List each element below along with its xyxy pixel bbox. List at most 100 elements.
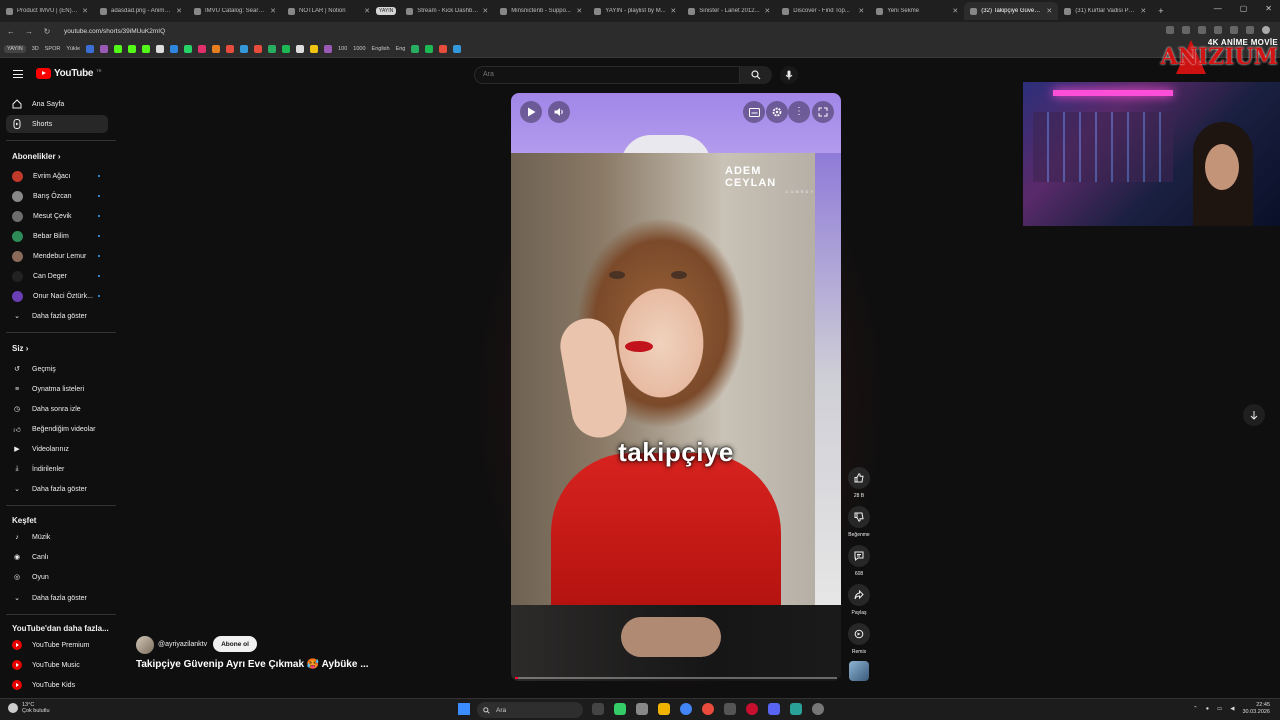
bookmark-icon[interactable]: [268, 44, 277, 53]
kick-icon[interactable]: [128, 44, 137, 53]
show-more-you[interactable]: ⌄ Daha fazla göster: [6, 480, 108, 498]
captions-button[interactable]: [743, 101, 765, 123]
app-icon[interactable]: [636, 703, 648, 715]
extension-icon[interactable]: [1166, 26, 1174, 34]
show-more-explore[interactable]: ⌄ Daha fazla göster: [6, 589, 108, 607]
settings-app-icon[interactable]: [812, 703, 824, 715]
kick-icon[interactable]: [114, 44, 123, 53]
browser-tab[interactable]: (32) Takipçiye Güveni... ✕: [964, 2, 1059, 20]
sidebar-item-youtube-app[interactable]: YouTube Kids: [6, 676, 108, 694]
sidebar-item-subscription[interactable]: Bebar Bilim: [6, 227, 108, 245]
extension-icon[interactable]: [1198, 26, 1206, 34]
close-tab-icon[interactable]: ✕: [1140, 7, 1146, 15]
close-tab-icon[interactable]: ✕: [364, 7, 370, 15]
browser-tab[interactable]: adasdad.png - Anima... ✕: [94, 2, 188, 20]
chevron-up-icon[interactable]: ⌃: [1193, 706, 1198, 712]
remix-action[interactable]: Remix: [846, 623, 872, 655]
sidebar-item-subscription[interactable]: Barış Özcan: [6, 187, 108, 205]
minimize-icon[interactable]: —: [1214, 4, 1222, 13]
bookmark-icon[interactable]: [86, 44, 95, 53]
bookmark-icon[interactable]: [240, 44, 249, 53]
instagram-icon[interactable]: [198, 44, 207, 53]
sidebar-item-youtube-app[interactable]: YouTube Premium: [6, 636, 108, 654]
browser-tab[interactable]: Discover - Find Top... ✕: [776, 2, 870, 20]
shorts-player[interactable]: ADEM CEYLAN COMEDY takipçiye ⋮: [511, 93, 841, 681]
sidebar-item-video[interactable]: ▶ Videolarınız: [6, 440, 108, 458]
bookmark-item[interactable]: 1000: [353, 46, 365, 52]
profile-icon[interactable]: [1262, 26, 1270, 34]
bookmark-item[interactable]: SPOR: [45, 46, 61, 52]
youtube-logo[interactable]: YouTube TR: [36, 68, 102, 79]
close-tab-icon[interactable]: ✕: [176, 7, 182, 15]
app-icon[interactable]: [790, 703, 802, 715]
next-short-button[interactable]: [1243, 404, 1265, 426]
bookmark-icon[interactable]: [425, 44, 434, 53]
bookmark-icon[interactable]: [296, 44, 305, 53]
task-view-icon[interactable]: [592, 703, 604, 715]
network-icon[interactable]: ▭: [1217, 706, 1222, 712]
bookmark-icon[interactable]: [324, 44, 333, 53]
url-field[interactable]: youtube.com/shorts/39iMUuK2mIQ: [64, 28, 165, 35]
browser-tab[interactable]: NOTLAR | Notion ✕: [282, 2, 376, 20]
remix-button[interactable]: [848, 623, 870, 645]
whatsapp-icon[interactable]: [184, 44, 193, 53]
extension-icon[interactable]: [1246, 26, 1254, 34]
extension-icon[interactable]: [1182, 26, 1190, 34]
bookmark-item[interactable]: English: [372, 46, 390, 52]
bookmark-icon[interactable]: [212, 44, 221, 53]
channel-handle[interactable]: @ayriyazilanktv: [158, 641, 207, 648]
menu-icon[interactable]: [13, 70, 23, 78]
forward-icon[interactable]: →: [22, 27, 36, 36]
sidebar-item-live[interactable]: ◉ Canlı: [6, 548, 108, 566]
sidebar-item-subscription[interactable]: Mesut Çevik: [6, 207, 108, 225]
video-title[interactable]: Takipçiye Güvenip Ayrı Eve Çıkmak 🥵 Aybü…: [136, 659, 369, 670]
app-icon[interactable]: [702, 703, 714, 715]
weather-widget[interactable]: 13°C Çok bulutlu: [8, 702, 50, 714]
you-header[interactable]: Siz ›: [12, 344, 28, 353]
sidebar-item-subscription[interactable]: Mendebur Lemur: [6, 247, 108, 265]
bookmark-item[interactable]: Yükle: [66, 46, 80, 52]
comments-action[interactable]: 608: [846, 545, 872, 577]
browser-tab[interactable]: Stream - Kick Dashbo... ✕: [400, 2, 494, 20]
youtube-bookmark-icon[interactable]: [226, 44, 235, 53]
bookmark-icon[interactable]: [100, 44, 109, 53]
bookmark-icon[interactable]: [170, 44, 179, 53]
sidebar-item-gaming[interactable]: ◎ Oyun: [6, 568, 108, 586]
sidebar-item-shorts[interactable]: Shorts: [6, 115, 108, 133]
fullscreen-button[interactable]: [812, 101, 834, 123]
back-icon[interactable]: ←: [4, 27, 18, 36]
close-window-icon[interactable]: ✕: [1265, 4, 1272, 13]
bookmark-folder[interactable]: YAYIN: [4, 44, 26, 53]
browser-tab[interactable]: Product IMVU | (EN) ... ✕: [0, 2, 94, 20]
bookmark-icon[interactable]: [411, 44, 420, 53]
share-action[interactable]: Paylaş: [846, 584, 872, 616]
sidebar-item-playlist[interactable]: ≡ Oynatma listeleri: [6, 380, 108, 398]
close-tab-icon[interactable]: ✕: [764, 7, 770, 15]
channel-avatar[interactable]: [136, 636, 154, 654]
sidebar-item-youtube-app[interactable]: YouTube Music: [6, 656, 108, 674]
close-tab-icon[interactable]: ✕: [482, 7, 488, 15]
spotify-icon[interactable]: [282, 44, 291, 53]
chrome-icon[interactable]: [680, 703, 692, 715]
bookmark-icon[interactable]: [310, 44, 319, 53]
settings-button[interactable]: [766, 101, 788, 123]
browser-tab[interactable]: (31) Kurtlar Vadisi Pu... ✕: [1058, 2, 1152, 20]
like-button[interactable]: [848, 467, 870, 489]
browser-tab[interactable]: Yeni Sekme ✕: [870, 2, 964, 20]
search-button[interactable]: [740, 66, 772, 84]
bookmark-item[interactable]: 100: [338, 46, 347, 52]
bookmark-icon[interactable]: [453, 44, 462, 53]
windows-start-icon[interactable]: [458, 703, 470, 715]
sound-thumbnail[interactable]: [846, 661, 872, 681]
sidebar-item-subscription[interactable]: Onur Naci Öztürk...: [6, 287, 108, 305]
like-action[interactable]: 28 B: [846, 467, 872, 499]
sidebar-item-thumbs-up[interactable]: 👍︎ Beğendiğim videolar: [6, 420, 108, 438]
kick-icon[interactable]: [142, 44, 151, 53]
bookmark-icon[interactable]: [439, 44, 448, 53]
new-tab-icon[interactable]: +: [1158, 6, 1163, 16]
dislike-action[interactable]: Beğenme: [846, 506, 872, 538]
sidebar-item-clock[interactable]: ◷ Daha sonra izle: [6, 400, 108, 418]
maximize-icon[interactable]: ▢: [1240, 4, 1248, 13]
close-tab-icon[interactable]: ✕: [270, 7, 276, 15]
microphone-tray-icon[interactable]: ●: [1206, 706, 1209, 712]
